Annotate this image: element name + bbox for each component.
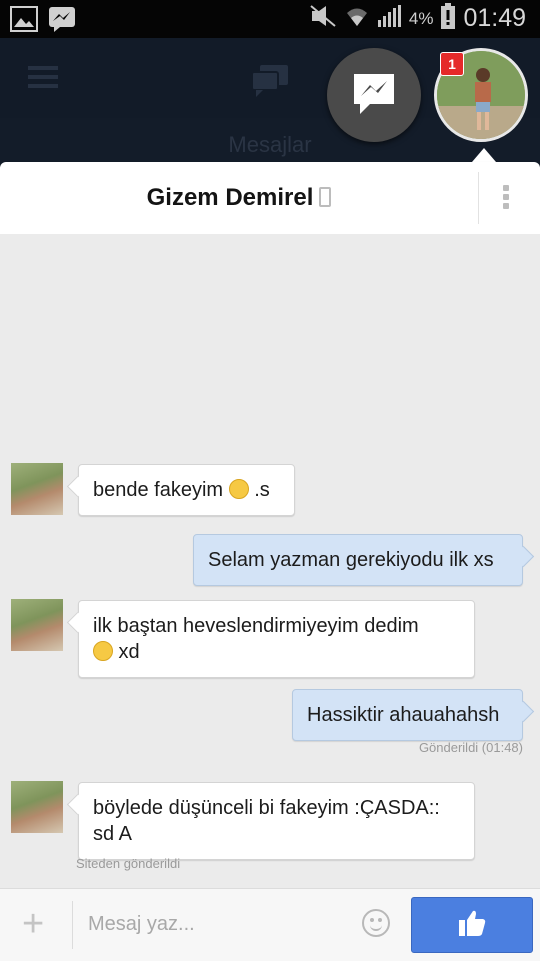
thumbs-up-icon	[457, 908, 487, 943]
menu-icon	[28, 64, 58, 95]
messages-icon	[250, 64, 290, 103]
battery-percent: 4%	[408, 8, 434, 28]
chat-title: Gizem Demirel	[0, 184, 478, 212]
signal-icon	[377, 4, 401, 33]
message-input[interactable]	[88, 909, 348, 939]
message-line: böylede düşünceli bi fakeyim :ÇASDA::	[93, 797, 440, 819]
chat-thread[interactable]: bende fakeyim .s Selam yazman gerekiyodu…	[0, 234, 540, 888]
sent-status: Gönderildi (01:48)	[418, 740, 523, 755]
mute-icon	[309, 4, 337, 33]
message-text: Selam yazman gerekiyodu ilk xs	[208, 549, 494, 571]
add-attachment-button[interactable]: +	[22, 905, 44, 943]
status-bar: 4% 01:49	[0, 0, 540, 38]
message-incoming: ilk baştan heveslendirmiyeyim dedim xd	[78, 600, 475, 678]
chat-header: Gizem Demirel	[0, 162, 540, 234]
sender-avatar[interactable]	[11, 781, 63, 833]
message-text-suffix: .s	[248, 479, 270, 501]
mobile-icon	[319, 187, 332, 207]
message-text: Hassiktir ahauahahsh	[307, 704, 500, 726]
message-text: bende fakeyim	[93, 479, 224, 501]
image-icon	[10, 6, 38, 37]
message-incoming: bende fakeyim .s	[78, 464, 295, 516]
sender-avatar[interactable]	[11, 599, 63, 651]
active-head-pointer	[472, 148, 496, 162]
contact-name[interactable]: Gizem Demirel	[147, 184, 314, 211]
battery-alert-icon	[441, 3, 456, 34]
message-outgoing: Selam yazman gerekiyodu ilk xs	[193, 534, 523, 586]
message-line: sd A	[93, 823, 132, 845]
surprised-emoji-icon	[228, 479, 249, 499]
composer-divider	[72, 901, 73, 949]
message-outgoing: Hassiktir ahauahahsh	[292, 689, 523, 741]
unread-badge: 1	[440, 52, 464, 76]
messenger-icon	[350, 70, 398, 121]
messenger-chat-head[interactable]	[327, 48, 421, 142]
sender-avatar[interactable]	[11, 463, 63, 515]
message-line: xd	[113, 641, 140, 663]
overflow-menu-icon[interactable]	[503, 182, 509, 212]
smile-emoji-icon	[93, 641, 113, 661]
header-divider	[478, 172, 479, 224]
emoji-picker-button[interactable]	[362, 909, 390, 937]
message-composer: +	[0, 888, 540, 961]
source-note: Siteden gönderildi	[76, 856, 181, 871]
message-incoming: böylede düşünceli bi fakeyim :ÇASDA:: sd…	[78, 782, 475, 860]
like-send-button[interactable]	[411, 897, 533, 953]
wifi-icon	[345, 4, 369, 33]
messenger-notification-icon	[48, 6, 76, 37]
message-line: ilk baştan heveslendirmiyeyim dedim	[93, 615, 419, 637]
clock: 01:49	[463, 4, 526, 32]
